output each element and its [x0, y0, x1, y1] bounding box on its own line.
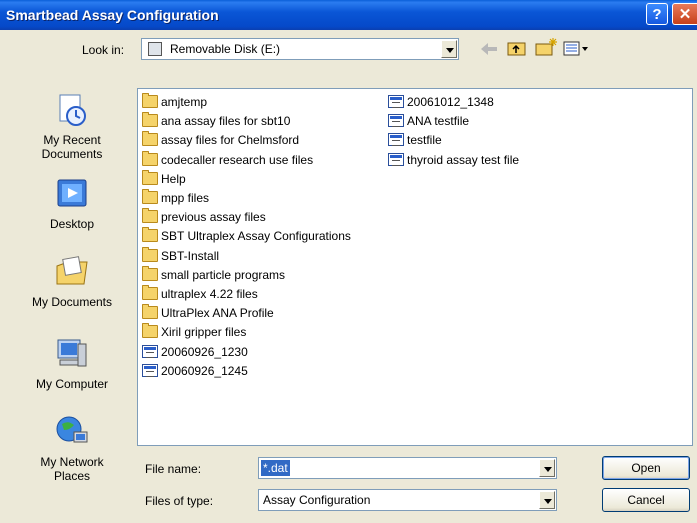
folder-icon [142, 93, 158, 108]
folder-item[interactable]: ultraplex 4.22 files [142, 285, 258, 302]
folder-item[interactable]: amjtemp [142, 93, 208, 110]
folder-icon [142, 246, 158, 262]
item-label: 20060926_1245 [161, 363, 248, 378]
chevron-down-icon[interactable] [441, 40, 457, 58]
item-label: assay files for Chelmsford [161, 133, 300, 148]
recent-documents-icon [59, 94, 86, 126]
my-documents-icon [56, 256, 88, 285]
file-list[interactable]: amjtemp ana assay files for sbt10 assay fi… [137, 88, 693, 446]
up-folder-icon[interactable] [506, 38, 528, 58]
folder-item[interactable]: Xiril gripper files [142, 323, 247, 340]
views-menu-icon[interactable] [562, 40, 590, 58]
folder-icon [142, 112, 158, 128]
open-button[interactable]: Open [602, 456, 690, 480]
file-icon [142, 363, 158, 377]
folder-item[interactable]: Help [142, 169, 186, 187]
removable-disk-icon [148, 42, 162, 56]
place-my-documents[interactable]: My Documents [22, 254, 122, 309]
desktop-icon [57, 179, 87, 207]
folder-item[interactable]: SBT-Install [142, 246, 220, 264]
file-icon [388, 114, 404, 128]
item-label: thyroid assay test file [407, 152, 520, 167]
folder-icon [142, 189, 158, 204]
folder-item[interactable]: previous assay files [142, 208, 266, 225]
back-icon[interactable] [478, 40, 500, 58]
file-icon [142, 344, 158, 358]
item-label: codecaller research use files [161, 152, 314, 167]
folder-item[interactable]: codecaller research use files [142, 150, 314, 168]
item-label: UltraPlex ANA Profile [161, 306, 274, 321]
file-item[interactable]: thyroid assay test file [388, 152, 519, 168]
folder-icon [142, 227, 158, 243]
item-label: testfile [407, 133, 442, 148]
folder-icon [142, 285, 158, 300]
my-computer-icon [57, 339, 87, 367]
folder-icon [142, 169, 158, 185]
folder-item[interactable]: ana assay files for sbt10 [142, 112, 291, 129]
network-places-icon [56, 416, 88, 443]
item-label: previous assay files [161, 210, 266, 225]
file-item[interactable]: 20061012_1348 [388, 94, 494, 110]
folder-icon [142, 265, 158, 281]
files-of-type-value: Assay Configuration [263, 493, 371, 507]
file-name-value: *.dat [261, 460, 290, 476]
file-icon [388, 95, 404, 108]
help-button[interactable]: ? [646, 3, 668, 25]
item-label: SBT-Install [161, 248, 220, 263]
item-label: Help [161, 171, 186, 186]
place-desktop[interactable]: Desktop [22, 176, 122, 231]
cancel-button[interactable]: Cancel [602, 488, 690, 512]
files-of-type-dropdown[interactable]: Assay Configuration [258, 489, 557, 511]
file-name-label: File name: [145, 462, 202, 476]
new-folder-icon[interactable] [534, 37, 558, 58]
file-name-input[interactable]: *.dat [258, 457, 557, 479]
folder-icon [142, 208, 158, 224]
item-label: amjtemp [161, 95, 208, 109]
item-label: small particle programs [161, 267, 286, 282]
item-label: 20060926_1230 [161, 344, 248, 359]
file-item[interactable]: 20060926_1245 [142, 363, 248, 379]
folder-icon [142, 304, 158, 320]
file-item[interactable]: 20060926_1230 [142, 344, 248, 360]
file-icon [388, 152, 404, 166]
folder-item[interactable]: SBT Ultraplex Assay Configurations [142, 227, 351, 244]
folder-item[interactable]: assay files for Chelmsford [142, 131, 300, 148]
item-label: SBT Ultraplex Assay Configurations [161, 229, 351, 244]
look-in-value: Removable Disk (E:) [170, 42, 281, 56]
look-in-dropdown[interactable]: Removable Disk (E:) [141, 38, 459, 60]
look-in-label: Look in: [82, 43, 125, 57]
close-button[interactable]: ✕ [672, 3, 697, 25]
files-of-type-label: Files of type: [145, 494, 214, 508]
folder-item[interactable]: UltraPlex ANA Profile [142, 304, 274, 321]
file-icon [388, 133, 404, 147]
item-label: mpp files [161, 191, 210, 205]
chevron-down-icon[interactable] [539, 459, 555, 477]
folder-item[interactable]: small particle programs [142, 265, 286, 283]
item-label: ultraplex 4.22 files [161, 287, 258, 301]
place-my-network-places[interactable]: My Network Places [22, 414, 122, 483]
item-label: ana assay files for sbt10 [161, 114, 291, 129]
item-label: Xiril gripper files [161, 325, 247, 340]
place-my-computer[interactable]: My Computer [22, 336, 122, 391]
folder-icon [142, 131, 158, 147]
item-label: ANA testfile [407, 114, 470, 129]
folder-icon [142, 323, 158, 339]
file-item[interactable]: testfile [388, 132, 442, 148]
file-item[interactable]: ANA testfile [388, 113, 469, 129]
window-title: Smartbead Assay Configuration [6, 7, 219, 23]
item-label: 20061012_1348 [407, 95, 494, 109]
folder-icon [142, 150, 158, 166]
file-open-dialog: Smartbead Assay Configuration ? ✕ Look i… [0, 0, 697, 523]
folder-item[interactable]: mpp files [142, 189, 210, 206]
chevron-down-icon[interactable] [539, 491, 555, 509]
title-bar[interactable]: Smartbead Assay Configuration ? ✕ [0, 0, 697, 30]
place-my-recent-documents[interactable]: My Recent Documents [22, 92, 122, 161]
